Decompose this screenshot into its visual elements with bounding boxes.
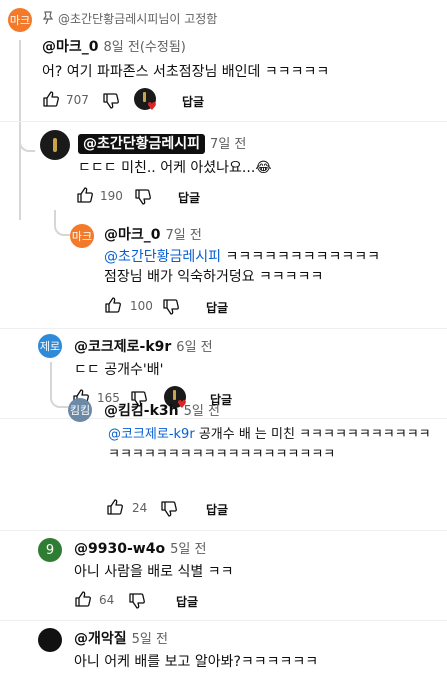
comment-text-part: 공개수 배 는 미친 ㅋㅋㅋㅋㅋㅋㅋㅋㅋㅋㅋ (194, 427, 431, 442)
reply-button[interactable]: 답글 (182, 93, 204, 110)
comment-handle[interactable]: @9930-w4o (74, 541, 165, 557)
divider (0, 418, 447, 419)
comment-author[interactable]: @9930-w4o 5일 전 (74, 538, 206, 557)
like-count: 707 (66, 93, 89, 107)
mention-link[interactable]: @초간단황금레시피 (104, 249, 221, 265)
thread-elbow (54, 210, 70, 236)
thumbs-down-icon[interactable] (128, 592, 146, 610)
pin-icon (42, 11, 54, 25)
divider (0, 328, 447, 329)
comment-time: 6일 전 (176, 340, 213, 355)
divider (0, 121, 447, 122)
reply-button[interactable]: 답글 (176, 593, 198, 610)
divider (0, 530, 447, 531)
like-count: 100 (130, 299, 153, 313)
comment-handle[interactable]: @마크_0 (104, 227, 161, 243)
comment-time: 5일 전 (131, 632, 168, 647)
thumbs-down-icon[interactable] (160, 500, 178, 518)
avatar[interactable]: 마크 (8, 8, 32, 32)
comment-text: @코크제로-k9r 공개수 배 는 미친 ㅋㅋㅋㅋㅋㅋㅋㅋㅋㅋㅋ (108, 423, 431, 442)
reply-button[interactable]: 답글 (206, 299, 228, 316)
avatar[interactable]: 킴킴 (68, 398, 92, 422)
comment-time: 5일 전 (183, 404, 220, 419)
thumbs-down-icon[interactable] (102, 92, 120, 110)
like-count: 24 (132, 501, 148, 515)
comment-text: 어? 여기 파파존스 서초점장님 배인데 ㅋㅋㅋㅋㅋ (42, 64, 330, 80)
comment-text: ㄷㄷ 공개수'배' (74, 362, 164, 378)
comment-handle[interactable]: @개악질 (74, 631, 127, 647)
comment-handle[interactable]: @마크_0 (42, 39, 99, 55)
thread-elbow (50, 362, 68, 408)
divider (0, 620, 447, 621)
comment-text: 아니 사람을 배로 식별 ㅋㅋ (74, 564, 234, 580)
thumbs-down-icon[interactable] (162, 298, 180, 316)
thumbs-up-icon[interactable] (104, 296, 122, 314)
reply-button[interactable]: 답글 (178, 189, 200, 206)
comment-time: 7일 전 (165, 228, 202, 243)
comment-author[interactable]: @개악질 5일 전 (74, 628, 168, 648)
comment-text: @초간단황금레시피 ㅋㅋㅋㅋㅋㅋㅋㅋㅋㅋㅋㅋ (104, 246, 380, 266)
comment-author[interactable]: @마크_0 8일 전(수정됨) (42, 36, 186, 56)
creator-heart-icon: ♥ (134, 88, 157, 113)
mention-link[interactable]: @코크제로-k9r (108, 427, 195, 442)
like-count: 190 (100, 189, 123, 203)
comment-time: 7일 전 (210, 137, 247, 152)
avatar[interactable]: 마크 (70, 224, 94, 248)
comment-text: ㅋㅋㅋㅋㅋㅋㅋㅋㅋㅋㅋㅋㅋㅋㅋㅋㅋㅋㅋ (108, 447, 336, 462)
pinned-label: @초간단황금레시피님이 고정함 (58, 12, 218, 26)
comment-text: ㄷㄷㄷ 미친.. 어케 아셨나요...😂 (78, 160, 272, 176)
comment-text-part: ㅋㅋㅋㅋㅋㅋㅋㅋㅋㅋㅋㅋ (221, 249, 381, 265)
comment-time: 8일 전(수정됨) (103, 40, 186, 55)
avatar[interactable]: 제로 (38, 334, 62, 358)
comment-author[interactable]: @마크_0 7일 전 (104, 224, 202, 244)
like-count: 64 (99, 593, 115, 607)
thumbs-up-icon[interactable] (76, 186, 94, 204)
comment-author[interactable]: @초간단황금레시피 7일 전 (78, 133, 247, 154)
comment-handle[interactable]: @킴킴-k3h (104, 403, 179, 419)
avatar[interactable] (40, 130, 70, 160)
comment-handle[interactable]: @초간단황금레시피 (78, 134, 206, 154)
thumbs-up-icon[interactable] (74, 590, 92, 608)
avatar[interactable]: 9 (38, 538, 62, 562)
comment-text: 점장님 배가 익숙하거덩요 ㅋㅋㅋㅋㅋ (104, 269, 324, 285)
reply-button[interactable]: 답글 (206, 501, 228, 518)
thread-elbow (19, 100, 35, 152)
comment-author[interactable]: @코크제로-k9r 6일 전 (74, 336, 213, 356)
comment-time: 5일 전 (170, 542, 207, 557)
avatar[interactable] (38, 628, 62, 652)
thumbs-up-icon[interactable] (106, 498, 124, 516)
comment-handle[interactable]: @코크제로-k9r (74, 339, 171, 355)
comment-author[interactable]: @킴킴-k3h 5일 전 (104, 400, 220, 420)
comment-text: 아니 어케 배를 보고 알아봐?ㅋㅋㅋㅋㅋㅋ (74, 654, 319, 670)
thumbs-down-icon[interactable] (134, 188, 152, 206)
thumbs-up-icon[interactable] (42, 90, 60, 108)
